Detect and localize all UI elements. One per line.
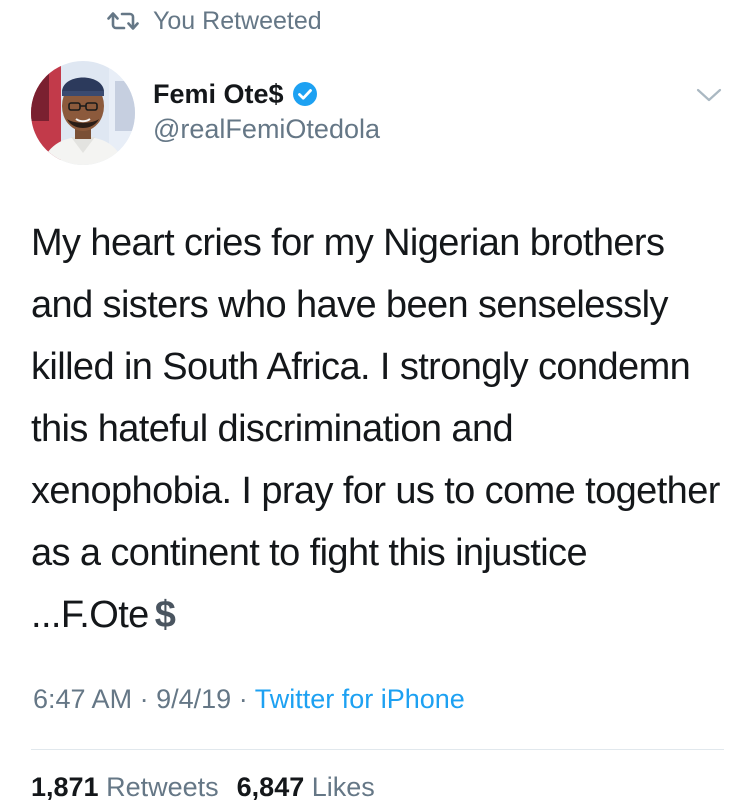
profile-photo bbox=[31, 61, 135, 165]
likes-label: Likes bbox=[311, 772, 375, 800]
retweets-count: 1,871 bbox=[31, 772, 99, 800]
divider bbox=[31, 749, 724, 750]
tweet-detail-screen: You Retweeted Femi Ote$ @realFemiOtedola… bbox=[0, 0, 750, 800]
retweet-banner: You Retweeted bbox=[107, 4, 322, 38]
retweets-stat[interactable]: 1,871 Retweets bbox=[31, 772, 219, 800]
tweet-time: 6:47 AM bbox=[33, 684, 133, 714]
tweet-author[interactable]: Femi Ote$ @realFemiOtedola bbox=[153, 76, 380, 145]
likes-stat[interactable]: 6,847 Likes bbox=[237, 772, 375, 800]
meta-separator: · bbox=[139, 684, 149, 714]
tweet-body: My heart cries for my Nigerian brothers … bbox=[31, 212, 721, 646]
tweet-metadata: 6:47 AM · 9/4/19 · Twitter for iPhone bbox=[33, 684, 465, 715]
author-display-name[interactable]: Femi Ote$ bbox=[153, 79, 284, 110]
tweet-text: My heart cries for my Nigerian brothers … bbox=[31, 222, 720, 636]
retweet-banner-label: You Retweeted bbox=[153, 6, 322, 35]
tweet-stats: 1,871 Retweets 6,847 Likes bbox=[31, 772, 375, 800]
retweets-label: Retweets bbox=[106, 772, 219, 800]
retweet-icon bbox=[107, 12, 139, 30]
avatar[interactable] bbox=[31, 61, 135, 165]
likes-count: 6,847 bbox=[236, 772, 305, 800]
author-name-row: Femi Ote$ bbox=[153, 76, 380, 112]
tweet-date: 9/4/19 bbox=[156, 684, 232, 714]
heavy-dollar-sign-emoji: $ bbox=[154, 594, 176, 636]
tweet-source-link[interactable]: Twitter for iPhone bbox=[255, 684, 465, 714]
meta-separator: · bbox=[238, 684, 248, 714]
chevron-down-icon[interactable] bbox=[694, 83, 724, 107]
author-handle[interactable]: @realFemiOtedola bbox=[153, 114, 380, 145]
verified-badge-icon bbox=[292, 82, 317, 106]
